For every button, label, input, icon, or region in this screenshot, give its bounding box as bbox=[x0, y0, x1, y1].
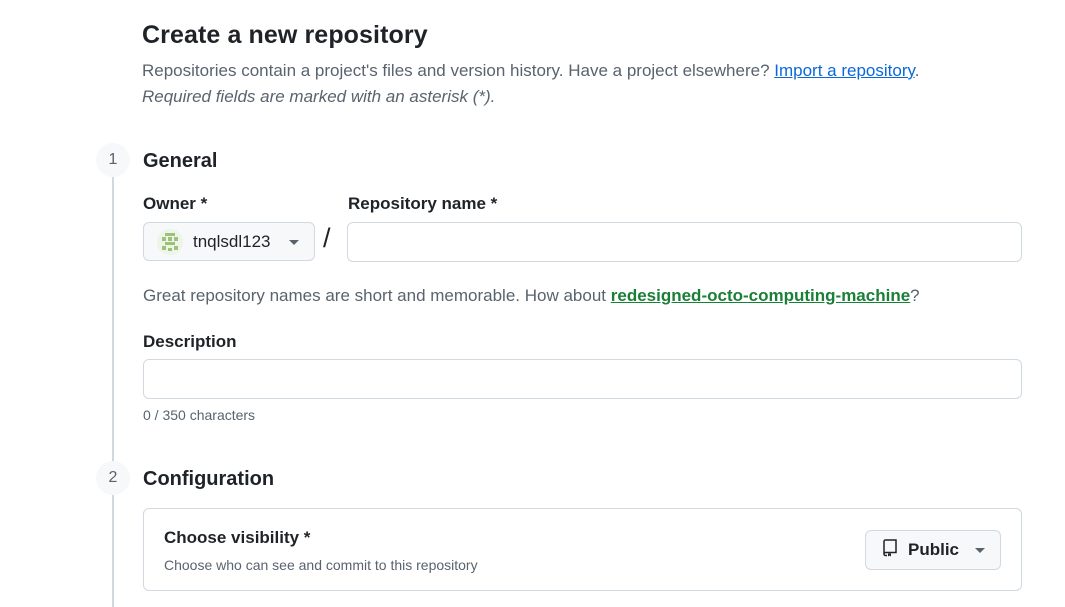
visibility-title: Choose visibility * bbox=[164, 528, 311, 547]
repo-icon bbox=[882, 538, 898, 562]
owner-label: Owner * bbox=[143, 194, 208, 213]
suggested-name-link[interactable]: redesigned-octo-computing-machine bbox=[611, 286, 910, 305]
description-label: Description bbox=[143, 332, 237, 351]
import-repository-link[interactable]: Import a repository bbox=[774, 61, 914, 80]
visibility-dropdown[interactable]: Public bbox=[865, 530, 1001, 570]
repository-name-input[interactable] bbox=[347, 222, 1022, 262]
step-number-configuration: 2 bbox=[96, 461, 130, 495]
suggestion-text: Great repository names are short and mem… bbox=[143, 286, 607, 305]
visibility-value: Public bbox=[908, 540, 960, 559]
intro-description: Repositories contain a project's files a… bbox=[142, 61, 770, 80]
owner-avatar bbox=[157, 228, 183, 255]
owner-dropdown[interactable]: tnqlsdl123 bbox=[143, 222, 315, 261]
intro-suffix: . bbox=[914, 61, 920, 80]
repository-name-label: Repository name * bbox=[348, 194, 498, 213]
required-fields-note: Required fields are marked with an aster… bbox=[142, 87, 496, 106]
step-rail bbox=[112, 170, 114, 607]
visibility-panel: Choose visibility * Choose who can see a… bbox=[143, 508, 1022, 591]
chevron-down-icon bbox=[289, 240, 299, 245]
step-number-general: 1 bbox=[96, 143, 130, 177]
suggestion-suffix: ? bbox=[910, 286, 920, 305]
owner-name: tnqlsdl123 bbox=[193, 231, 271, 251]
description-input[interactable] bbox=[143, 359, 1022, 399]
create-repository-page: Create a new repository Repositories con… bbox=[0, 0, 1065, 607]
section-title-general: General bbox=[143, 150, 218, 172]
page-title: Create a new repository bbox=[142, 21, 428, 49]
name-suggestion: Great repository names are short and mem… bbox=[143, 286, 920, 306]
owner-repo-separator: / bbox=[323, 223, 331, 253]
chevron-down-icon bbox=[975, 548, 985, 553]
description-char-count: 0 / 350 characters bbox=[143, 407, 256, 423]
section-title-configuration: Configuration bbox=[143, 468, 275, 490]
visibility-subtitle: Choose who can see and commit to this re… bbox=[164, 557, 478, 573]
intro-text: Repositories contain a project's files a… bbox=[142, 61, 919, 81]
